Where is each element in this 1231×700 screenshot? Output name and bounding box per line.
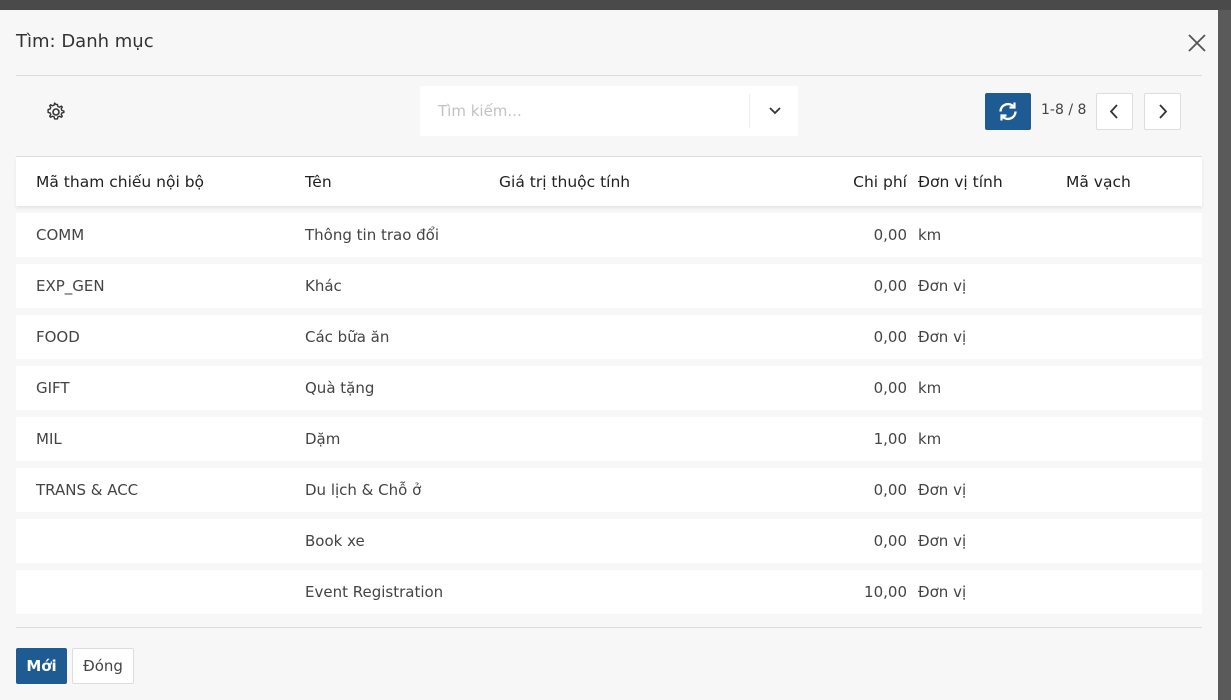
- table-row[interactable]: FOOD Các bữa ăn 0,00 Đơn vị: [16, 315, 1202, 359]
- refresh-icon: [999, 102, 1017, 121]
- cell-cost: 0,00: [873, 277, 907, 295]
- cell-uom: Đơn vị: [918, 583, 967, 601]
- table-row[interactable]: EXP_GEN Khác 0,00 Đơn vị: [16, 264, 1202, 308]
- cell-uom: Đơn vị: [918, 328, 967, 346]
- cell-name: Dặm: [305, 430, 341, 448]
- cell-cost: 0,00: [873, 532, 907, 550]
- cell-ref: EXP_GEN: [36, 277, 105, 295]
- dialog-toolbar: 1-8 / 8: [16, 76, 1202, 157]
- cell-uom: Đơn vị: [918, 532, 967, 550]
- results-table: Mã tham chiếu nội bộ Tên Giá trị thuộc t…: [16, 157, 1202, 614]
- cell-name: Thông tin trao đổi: [305, 226, 440, 244]
- backdrop: [0, 0, 1231, 10]
- pager-next-button[interactable]: [1144, 93, 1181, 130]
- cell-uom: km: [918, 430, 942, 448]
- table-row[interactable]: MIL Dặm 1,00 km: [16, 417, 1202, 461]
- cell-name: Các bữa ăn: [305, 328, 390, 346]
- chevron-down-icon[interactable]: [750, 86, 798, 136]
- cell-uom: km: [918, 226, 942, 244]
- search-box: [420, 86, 798, 136]
- new-button[interactable]: Mới: [16, 648, 67, 684]
- column-header[interactable]: Đơn vị tính: [918, 173, 1003, 191]
- dialog-footer: Mới Đóng: [16, 627, 1202, 700]
- column-header[interactable]: Mã tham chiếu nội bộ: [36, 173, 204, 191]
- cell-cost: 10,00: [864, 583, 907, 601]
- chevron-right-icon: [1159, 104, 1168, 119]
- search-dialog: Tìm: Danh mục 1-8 /: [0, 10, 1218, 700]
- pager-previous-button[interactable]: [1096, 93, 1133, 130]
- cell-ref: COMM: [36, 226, 85, 244]
- table-row[interactable]: Book xe 0,00 Đơn vị: [16, 519, 1202, 563]
- column-header[interactable]: Chi phí: [853, 173, 907, 191]
- cell-ref: FOOD: [36, 328, 80, 346]
- search-input[interactable]: [420, 86, 748, 136]
- cell-uom: Đơn vị: [918, 277, 967, 295]
- table-row[interactable]: Event Registration 10,00 Đơn vị: [16, 570, 1202, 614]
- cell-ref: TRANS & ACC: [36, 481, 139, 499]
- cell-uom: km: [918, 379, 942, 397]
- dialog-header: Tìm: Danh mục: [16, 10, 1206, 76]
- pager-value: 1-8 / 8: [1041, 102, 1087, 118]
- refresh-button[interactable]: [985, 93, 1031, 130]
- table-row[interactable]: GIFT Quà tặng 0,00 km: [16, 366, 1202, 410]
- close-icon[interactable]: [1184, 30, 1210, 56]
- dialog-title: Tìm: Danh mục: [16, 31, 154, 52]
- column-header[interactable]: Tên: [305, 173, 332, 191]
- cell-uom: Đơn vị: [918, 481, 967, 499]
- chevron-left-icon: [1109, 104, 1118, 119]
- cell-name: Du lịch & Chỗ ở: [305, 481, 422, 499]
- cell-name: Book xe: [305, 532, 365, 550]
- close-button[interactable]: Đóng: [72, 648, 134, 684]
- column-header[interactable]: Giá trị thuộc tính: [499, 173, 630, 191]
- table-row[interactable]: COMM Thông tin trao đổi 0,00 km: [16, 213, 1202, 257]
- cell-name: Quà tặng: [305, 379, 375, 397]
- cell-cost: 0,00: [873, 328, 907, 346]
- cell-ref: MIL: [36, 430, 62, 448]
- gear-icon[interactable]: [44, 100, 68, 124]
- cell-name: Khác: [305, 277, 342, 295]
- table-header: Mã tham chiếu nội bộ Tên Giá trị thuộc t…: [16, 157, 1202, 206]
- table-row[interactable]: TRANS & ACC Du lịch & Chỗ ở 0,00 Đơn vị: [16, 468, 1202, 512]
- cell-name: Event Registration: [305, 583, 444, 601]
- cell-cost: 1,00: [873, 430, 907, 448]
- cell-cost: 0,00: [873, 481, 907, 499]
- cell-cost: 0,00: [873, 379, 907, 397]
- cell-ref: GIFT: [36, 379, 70, 397]
- cell-cost: 0,00: [873, 226, 907, 244]
- column-header[interactable]: Mã vạch: [1066, 173, 1131, 191]
- backdrop-edge: [1218, 10, 1231, 700]
